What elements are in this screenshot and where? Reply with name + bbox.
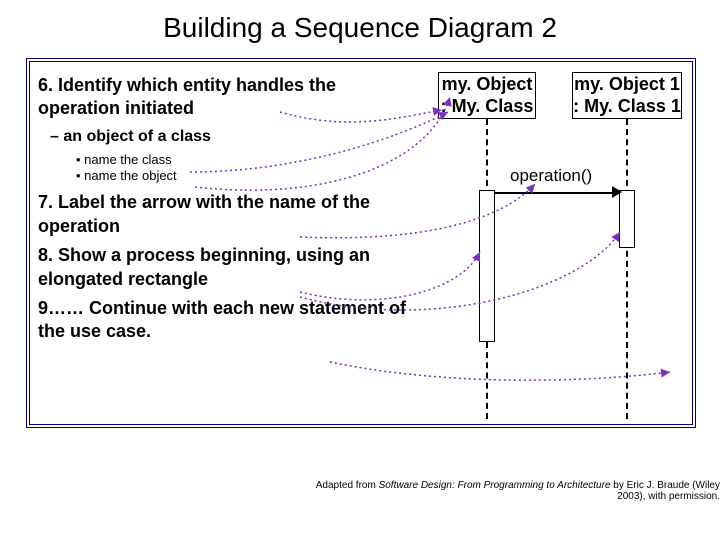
activation-box-1 bbox=[479, 190, 495, 342]
credit-line: Adapted from Software Design: From Progr… bbox=[290, 480, 720, 502]
lifeline-1-class: : My. Class bbox=[441, 96, 534, 116]
step-6-sub: – an object of a class bbox=[38, 127, 418, 148]
message-label: operation() bbox=[510, 166, 592, 186]
lifeline-1-object: my. Object bbox=[442, 74, 533, 94]
step-7: 7. Label the arrow with the name of the … bbox=[38, 191, 418, 238]
page-title: Building a Sequence Diagram 2 bbox=[0, 12, 720, 44]
lifeline-2-class: : My. Class 1 bbox=[573, 96, 681, 116]
credit-prefix: Adapted from bbox=[316, 480, 379, 491]
lifeline-box-2: my. Object 1 : My. Class 1 bbox=[572, 72, 682, 119]
slide: Building a Sequence Diagram 2 6. Identif… bbox=[0, 0, 720, 540]
activation-box-2 bbox=[619, 190, 635, 248]
diagram-frame: 6. Identify which entity handles the ope… bbox=[26, 58, 696, 428]
message-arrow-line bbox=[494, 192, 620, 194]
step-6: 6. Identify which entity handles the ope… bbox=[38, 74, 418, 121]
step-6-bullet-2: • name the object bbox=[38, 168, 418, 185]
lifeline-box-1: my. Object : My. Class bbox=[438, 72, 536, 119]
step-6-bullet-1: • name the class bbox=[38, 152, 418, 169]
steps-block: 6. Identify which entity handles the ope… bbox=[38, 74, 418, 350]
step-8: 8. Show a process beginning, using an el… bbox=[38, 244, 418, 291]
lifeline-2-dashline bbox=[626, 119, 628, 419]
step-9: 9…… Continue with each new statement of … bbox=[38, 297, 418, 344]
lifeline-2-object: my. Object 1 bbox=[574, 74, 680, 94]
credit-title: Software Design: From Programming to Arc… bbox=[379, 480, 611, 491]
credit-suffix: by Eric J. Braude (Wiley 2003), with per… bbox=[611, 480, 720, 502]
message-arrow-head-icon bbox=[612, 186, 622, 198]
